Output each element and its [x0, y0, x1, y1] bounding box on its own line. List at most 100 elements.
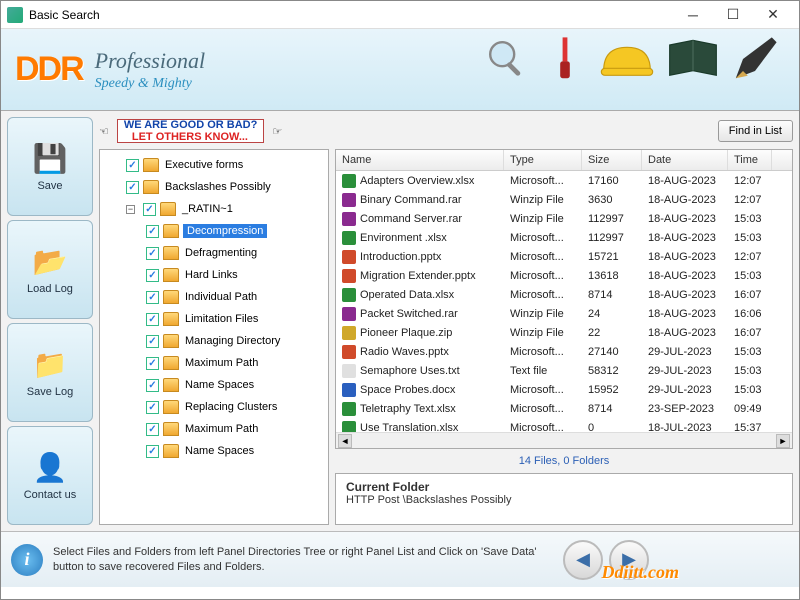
sidebar-load-log[interactable]: 📂Load Log: [7, 220, 93, 319]
folder-icon: [163, 290, 179, 304]
file-time: 16:07: [728, 327, 772, 339]
file-date: 23-SEP-2023: [642, 403, 728, 415]
checkbox[interactable]: ✓: [146, 379, 159, 392]
checkbox[interactable]: ✓: [146, 357, 159, 370]
tree-item[interactable]: ✓Name Spaces: [102, 374, 326, 396]
checkbox[interactable]: ✓: [146, 313, 159, 326]
file-date: 18-AUG-2023: [642, 232, 728, 244]
folder-icon: [163, 400, 179, 414]
file-size: 27140: [582, 346, 642, 358]
pointer-left-icon: ☜: [99, 125, 109, 138]
sidebar-icon: 👤: [30, 451, 70, 485]
checkbox[interactable]: ✓: [146, 423, 159, 436]
checkbox[interactable]: ✓: [146, 335, 159, 348]
minimize-button[interactable]: ─: [673, 3, 713, 27]
checkbox[interactable]: ✓: [126, 159, 139, 172]
col-time[interactable]: Time: [728, 150, 772, 170]
checkbox[interactable]: ✓: [146, 445, 159, 458]
file-row[interactable]: Environment .xlsxMicrosoft...11299718-AU…: [336, 228, 792, 247]
file-size: 24: [582, 308, 642, 320]
brand-tagline: Speedy & Mighty: [95, 76, 205, 92]
tree-item[interactable]: ✓Individual Path: [102, 286, 326, 308]
col-size[interactable]: Size: [582, 150, 642, 170]
folder-icon: [163, 422, 179, 436]
checkbox[interactable]: ✓: [146, 225, 159, 238]
file-icon: [342, 383, 356, 397]
tree-item[interactable]: ✓Maximum Path: [102, 418, 326, 440]
file-type: Microsoft...: [504, 251, 582, 263]
checkbox[interactable]: ✓: [146, 291, 159, 304]
file-list[interactable]: Name Type Size Date Time Adapters Overvi…: [335, 149, 793, 449]
tree-item[interactable]: −✓_RATIN~1: [102, 198, 326, 220]
expander-icon[interactable]: −: [126, 205, 135, 214]
scroll-right-icon[interactable]: ►: [776, 434, 790, 448]
file-date: 18-AUG-2023: [642, 194, 728, 206]
col-name[interactable]: Name: [336, 150, 504, 170]
info-icon: i: [11, 544, 43, 576]
file-row[interactable]: Teletraphy Text.xlsxMicrosoft...871423-S…: [336, 399, 792, 418]
file-size: 13618: [582, 270, 642, 282]
file-size: 0: [582, 422, 642, 433]
file-row[interactable]: Introduction.pptxMicrosoft...1572118-AUG…: [336, 247, 792, 266]
checkbox[interactable]: ✓: [146, 269, 159, 282]
promo-banner[interactable]: WE ARE GOOD OR BAD? LET OTHERS KNOW...: [117, 119, 264, 143]
tree-item[interactable]: ✓Name Spaces: [102, 440, 326, 462]
tree-item[interactable]: ✓Replacing Clusters: [102, 396, 326, 418]
tree-item[interactable]: ✓Defragmenting: [102, 242, 326, 264]
tree-label: Hard Links: [183, 268, 240, 282]
file-type: Microsoft...: [504, 175, 582, 187]
file-type: Winzip File: [504, 308, 582, 320]
brand-url: Ddiitt.com: [602, 562, 680, 583]
file-type: Winzip File: [504, 327, 582, 339]
file-name: Environment .xlsx: [360, 232, 447, 244]
tree-item[interactable]: ✓ Limitation Files: [102, 308, 326, 330]
col-date[interactable]: Date: [642, 150, 728, 170]
file-icon: [342, 250, 356, 264]
app-icon: [7, 7, 23, 23]
tree-label: Limitation Files: [183, 312, 260, 326]
file-time: 15:03: [728, 213, 772, 225]
tree-item[interactable]: ✓Managing Directory: [102, 330, 326, 352]
file-row[interactable]: Packet Switched.rarWinzip File2418-AUG-2…: [336, 304, 792, 323]
tree-item[interactable]: ✓ Hard Links: [102, 264, 326, 286]
file-row[interactable]: Semaphore Uses.txtText file5831229-JUL-2…: [336, 361, 792, 380]
checkbox[interactable]: ✓: [126, 181, 139, 194]
sidebar-save-log[interactable]: 📁Save Log: [7, 323, 93, 422]
checkbox[interactable]: ✓: [146, 247, 159, 260]
checkbox[interactable]: ✓: [143, 203, 156, 216]
file-row[interactable]: Operated Data.xlsxMicrosoft...871418-AUG…: [336, 285, 792, 304]
sidebar-label: Save: [37, 180, 62, 192]
close-button[interactable]: ✕: [753, 3, 793, 27]
sidebar-contact-us[interactable]: 👤Contact us: [7, 426, 93, 525]
scroll-left-icon[interactable]: ◄: [338, 434, 352, 448]
file-size: 15721: [582, 251, 642, 263]
horizontal-scrollbar[interactable]: ◄ ►: [336, 432, 792, 448]
file-name: Space Probes.docx: [360, 384, 455, 396]
col-type[interactable]: Type: [504, 150, 582, 170]
folder-tree[interactable]: ✓Executive forms✓Backslashes Possibly−✓_…: [99, 149, 329, 525]
find-in-list-button[interactable]: Find in List: [718, 120, 793, 142]
file-row[interactable]: Use Translation.xlsxMicrosoft...018-JUL-…: [336, 418, 792, 432]
file-row[interactable]: Space Probes.docxMicrosoft...1595229-JUL…: [336, 380, 792, 399]
tree-item[interactable]: ✓Backslashes Possibly: [102, 176, 326, 198]
file-row[interactable]: Adapters Overview.xlsxMicrosoft...171601…: [336, 171, 792, 190]
file-size: 8714: [582, 289, 642, 301]
file-type: Microsoft...: [504, 403, 582, 415]
file-row[interactable]: Binary Command.rarWinzip File363018-AUG-…: [336, 190, 792, 209]
prev-button[interactable]: ◀: [563, 540, 603, 580]
checkbox[interactable]: ✓: [146, 401, 159, 414]
tree-item[interactable]: ✓Decompression: [102, 220, 326, 242]
file-name: Teletraphy Text.xlsx: [360, 403, 456, 415]
file-row[interactable]: Migration Extender.pptxMicrosoft...13618…: [336, 266, 792, 285]
file-row[interactable]: Pioneer Plaque.zipWinzip File2218-AUG-20…: [336, 323, 792, 342]
tree-item[interactable]: ✓Executive forms: [102, 154, 326, 176]
toolbar: ☜ WE ARE GOOD OR BAD? LET OTHERS KNOW...…: [99, 117, 793, 145]
file-row[interactable]: Command Server.rarWinzip File11299718-AU…: [336, 209, 792, 228]
tree-item[interactable]: ✓Maximum Path: [102, 352, 326, 374]
file-icon: [342, 345, 356, 359]
titlebar: Basic Search ─ ☐ ✕: [1, 1, 799, 29]
sidebar-save[interactable]: 💾Save: [7, 117, 93, 216]
maximize-button[interactable]: ☐: [713, 3, 753, 27]
file-row[interactable]: Radio Waves.pptxMicrosoft...2714029-JUL-…: [336, 342, 792, 361]
folder-icon: [143, 158, 159, 172]
